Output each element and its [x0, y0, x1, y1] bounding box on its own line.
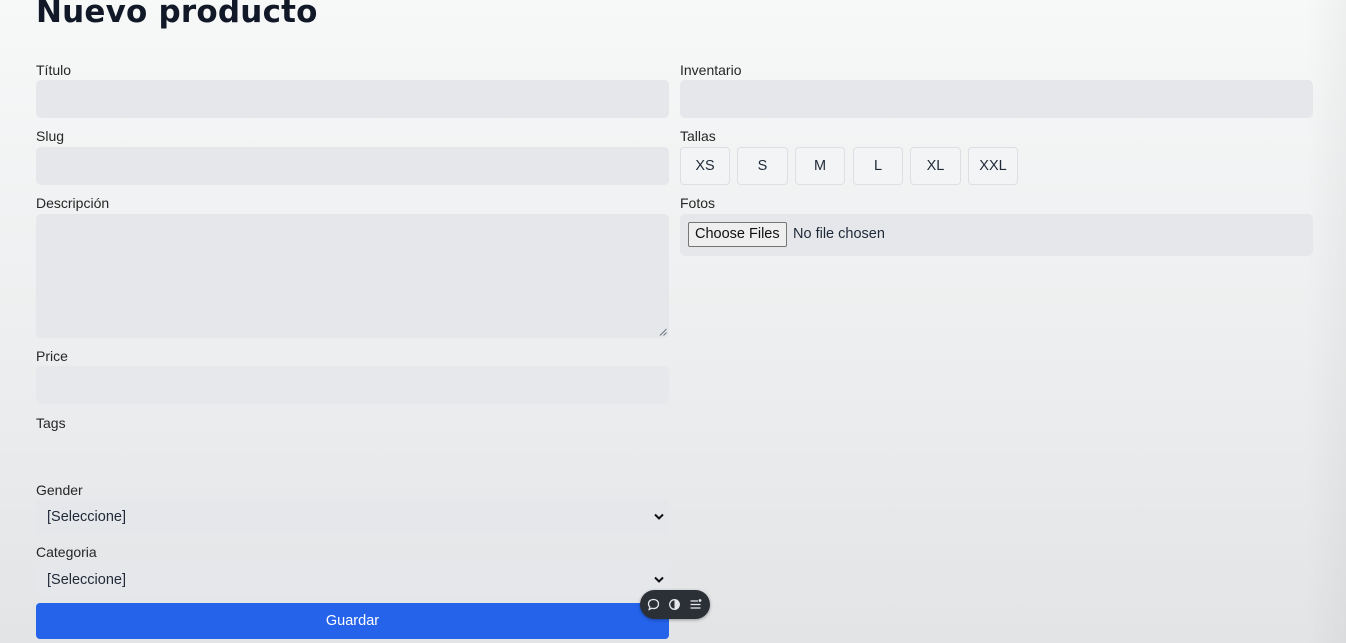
resize-grip-icon[interactable] [659, 328, 667, 336]
price-input[interactable] [36, 366, 669, 404]
size-s-button[interactable]: S [737, 147, 788, 185]
size-xxl-button[interactable]: XXL [968, 147, 1018, 185]
toggle-icon[interactable] [668, 598, 681, 611]
size-l-button[interactable]: L [853, 147, 903, 185]
descripcion-label: Descripción [36, 195, 110, 211]
categoria-selected-value: [Seleccione] [47, 572, 126, 588]
guardar-button[interactable]: Guardar [36, 603, 669, 639]
chat-bubble-icon[interactable] [647, 598, 660, 611]
tallas-label: Tallas [680, 128, 716, 144]
categoria-label: Categoria [36, 544, 97, 560]
fotos-file-input[interactable]: Choose Files No file chosen [680, 214, 1313, 256]
categoria-select[interactable]: [Seleccione] [36, 563, 669, 597]
tags-label: Tags [36, 415, 66, 431]
descripcion-textarea[interactable] [36, 214, 669, 338]
size-xl-button[interactable]: XL [910, 147, 961, 185]
slug-label: Slug [36, 128, 65, 144]
chevron-down-icon [654, 513, 664, 520]
gender-select[interactable]: [Seleccione] [36, 500, 669, 534]
page-title: Nuevo producto [36, 0, 318, 30]
file-status-text: No file chosen [793, 226, 885, 242]
size-m-button[interactable]: M [795, 147, 845, 185]
titulo-input[interactable] [36, 80, 669, 118]
titulo-label: Título [36, 62, 72, 78]
gender-label: Gender [36, 482, 83, 498]
slug-input[interactable] [36, 147, 669, 185]
tags-input[interactable] [36, 433, 669, 471]
inventario-label: Inventario [680, 62, 742, 78]
floating-toolbar [640, 590, 710, 619]
menu-list-icon[interactable] [689, 598, 702, 611]
size-xs-button[interactable]: XS [680, 147, 730, 185]
inventario-input[interactable] [680, 80, 1313, 118]
choose-files-button[interactable]: Choose Files [688, 222, 787, 247]
fotos-label: Fotos [680, 195, 716, 211]
gender-selected-value: [Seleccione] [47, 509, 126, 525]
price-label: Price [36, 348, 68, 364]
